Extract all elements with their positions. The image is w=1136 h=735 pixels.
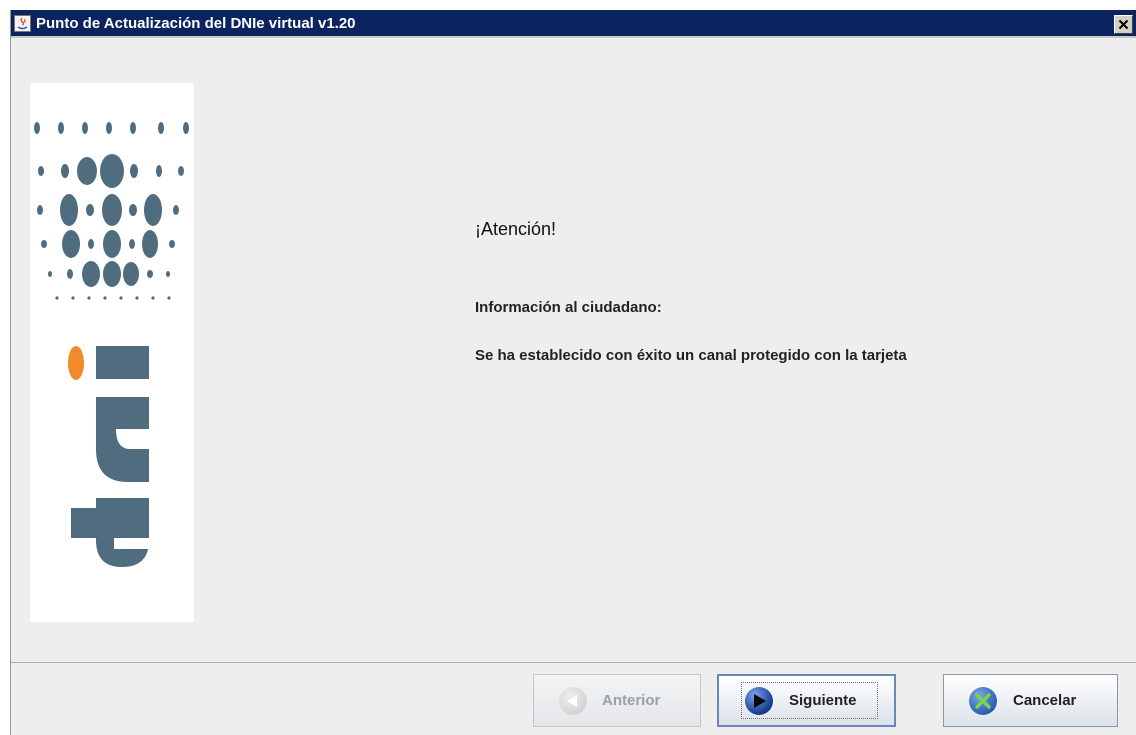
next-button-label: Siguiente: [789, 692, 857, 709]
next-button[interactable]: Siguiente: [717, 674, 896, 727]
arrow-left-icon: [559, 687, 587, 715]
dni-logo: [30, 83, 194, 622]
arrow-right-icon: [745, 687, 773, 715]
footer-divider: [11, 662, 1136, 663]
previous-button[interactable]: Anterior: [533, 674, 701, 727]
window-title: Punto de Actualización del DNIe virtual …: [36, 15, 356, 32]
status-message: Se ha establecido con éxito un canal pro…: [475, 347, 907, 364]
previous-button-label: Anterior: [602, 692, 661, 709]
cancel-button-label: Cancelar: [1013, 692, 1077, 709]
title-bar[interactable]: Punto de Actualización del DNIe virtual …: [11, 10, 1136, 38]
info-subheading: Información al ciudadano:: [475, 299, 662, 316]
wizard-window: Punto de Actualización del DNIe virtual …: [10, 10, 1136, 735]
cancel-x-icon: [969, 687, 997, 715]
java-app-icon[interactable]: [14, 15, 31, 32]
attention-heading: ¡Atención!: [475, 219, 557, 239]
close-icon[interactable]: [1114, 15, 1133, 34]
cancel-button[interactable]: Cancelar: [943, 674, 1118, 727]
